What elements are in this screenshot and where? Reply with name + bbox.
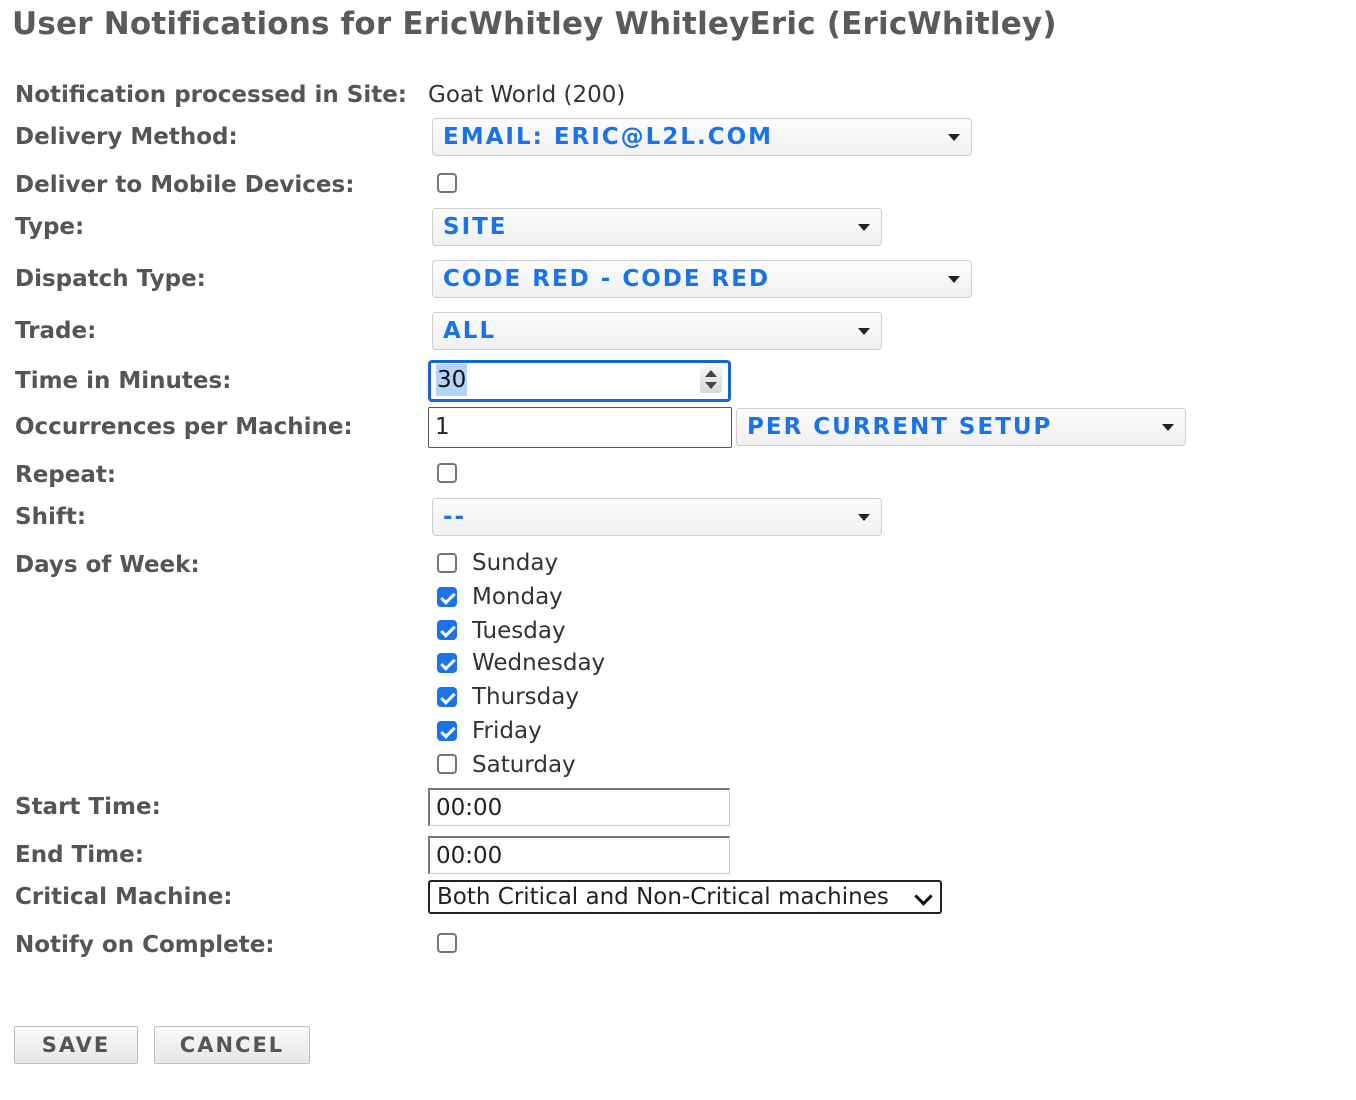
type-label: Type: — [15, 214, 85, 240]
occurrences-mode-select[interactable]: PER CURRENT SETUP — [736, 408, 1186, 446]
type-select[interactable]: SITE — [432, 208, 882, 246]
notify-complete-checkbox[interactable] — [437, 933, 457, 953]
type-value: SITE — [443, 214, 508, 240]
days-label: Days of Week: — [15, 552, 200, 578]
day-checkbox-monday[interactable] — [437, 587, 457, 607]
trade-value: ALL — [443, 318, 497, 344]
time-minutes-label: Time in Minutes: — [15, 368, 232, 394]
chevron-down-icon — [948, 276, 960, 283]
dispatch-type-value: CODE RED - CODE RED — [443, 266, 771, 292]
occurrences-input[interactable]: 1 — [428, 407, 732, 448]
occurrences-mode-value: PER CURRENT SETUP — [747, 414, 1053, 440]
delivery-method-label: Delivery Method: — [15, 124, 238, 150]
save-button[interactable]: SAVE — [14, 1026, 138, 1064]
time-minutes-input[interactable]: 30 — [428, 360, 731, 402]
critical-machine-value: Both Critical and Non-Critical machines — [437, 884, 889, 910]
chevron-down-icon — [858, 328, 870, 335]
cancel-button[interactable]: CANCEL — [154, 1026, 310, 1064]
dispatch-type-select[interactable]: CODE RED - CODE RED — [432, 260, 972, 298]
trade-label: Trade: — [15, 318, 97, 344]
chevron-down-icon — [858, 224, 870, 231]
chevron-down-icon — [1162, 424, 1174, 431]
page-title: User Notifications for EricWhitley Whitl… — [12, 6, 1057, 42]
site-label: Notification processed in Site: — [15, 82, 407, 108]
day-label-thursday: Thursday — [472, 684, 579, 710]
day-label-wednesday: Wednesday — [472, 650, 606, 676]
day-checkbox-friday[interactable] — [437, 721, 457, 741]
repeat-checkbox[interactable] — [437, 463, 457, 483]
start-time-label: Start Time: — [15, 794, 161, 820]
shift-select[interactable]: -- — [432, 498, 882, 536]
notify-complete-label: Notify on Complete: — [15, 932, 275, 958]
day-checkbox-saturday[interactable] — [437, 754, 457, 774]
day-label-monday: Monday — [472, 584, 563, 610]
delivery-method-select[interactable]: EMAIL: ERIC@L2L.COM — [432, 118, 972, 156]
day-checkbox-thursday[interactable] — [437, 687, 457, 707]
spinner-icon[interactable] — [700, 367, 722, 393]
day-label-saturday: Saturday — [472, 752, 576, 778]
day-label-friday: Friday — [472, 718, 542, 744]
day-label-tuesday: Tuesday — [472, 618, 566, 644]
site-value: Goat World (200) — [428, 82, 626, 108]
day-checkbox-wednesday[interactable] — [437, 653, 457, 673]
dispatch-type-label: Dispatch Type: — [15, 266, 206, 292]
critical-machine-select[interactable]: Both Critical and Non-Critical machines — [428, 880, 942, 914]
end-time-label: End Time: — [15, 842, 144, 868]
start-time-input[interactable]: 00:00 — [428, 788, 730, 826]
repeat-label: Repeat: — [15, 462, 117, 488]
chevron-down-icon — [914, 887, 933, 906]
delivery-method-value: EMAIL: ERIC@L2L.COM — [443, 124, 774, 150]
end-time-input[interactable]: 00:00 — [428, 836, 730, 874]
chevron-down-icon — [858, 514, 870, 521]
critical-machine-label: Critical Machine: — [15, 884, 233, 910]
mobile-checkbox[interactable] — [437, 173, 457, 193]
occurrences-label: Occurrences per Machine: — [15, 414, 353, 440]
shift-value: -- — [443, 504, 467, 530]
shift-label: Shift: — [15, 504, 87, 530]
time-minutes-value: 30 — [436, 364, 468, 396]
trade-select[interactable]: ALL — [432, 312, 882, 350]
day-label-sunday: Sunday — [472, 550, 559, 576]
chevron-down-icon — [948, 134, 960, 141]
mobile-label: Deliver to Mobile Devices: — [15, 172, 355, 198]
day-checkbox-tuesday[interactable] — [437, 620, 457, 640]
day-checkbox-sunday[interactable] — [437, 553, 457, 573]
